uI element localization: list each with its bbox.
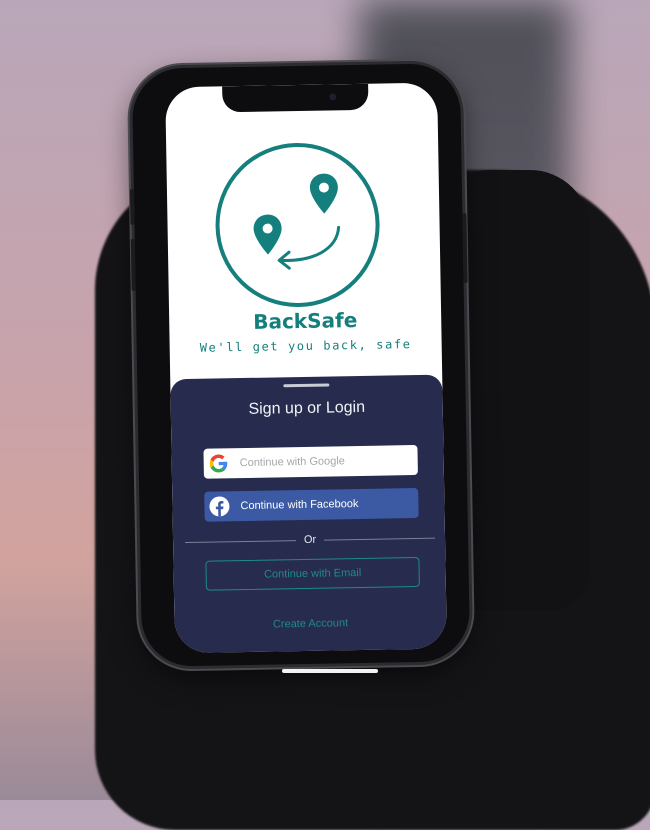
create-account-link[interactable]: Create Account bbox=[174, 616, 446, 633]
continue-with-facebook-button[interactable]: Continue with Facebook bbox=[204, 487, 419, 522]
continue-with-email-button[interactable]: Continue with Email bbox=[205, 556, 420, 591]
phone-screen: BackSafe We'll get you back, safe Sign u… bbox=[165, 82, 447, 654]
home-indicator[interactable] bbox=[282, 669, 378, 673]
facebook-button-label: Continue with Facebook bbox=[240, 498, 359, 513]
camera-icon bbox=[329, 93, 337, 101]
phone-device: BackSafe We'll get you back, safe Sign u… bbox=[129, 63, 471, 667]
sheet-title: Sign up or Login bbox=[248, 398, 366, 418]
backsafe-logo bbox=[215, 143, 380, 308]
return-arrow-icon bbox=[277, 225, 341, 270]
or-divider: Or bbox=[185, 530, 436, 550]
location-pin-icon bbox=[309, 173, 338, 214]
facebook-icon bbox=[204, 496, 234, 517]
sheet-drag-handle[interactable] bbox=[283, 383, 330, 388]
continue-with-google-button[interactable]: Continue with Google bbox=[203, 444, 418, 479]
divider-line bbox=[185, 539, 296, 543]
phone-side-button bbox=[129, 188, 135, 225]
brand-tagline: We'll get you back, safe bbox=[199, 337, 412, 355]
google-button-label: Continue with Google bbox=[239, 455, 345, 470]
location-pin-icon bbox=[253, 214, 282, 255]
phone-side-button bbox=[130, 238, 136, 291]
google-icon bbox=[204, 454, 234, 473]
auth-bottom-sheet: Sign up or Login Continue with Google Co… bbox=[170, 374, 447, 654]
divider-text: Or bbox=[303, 533, 317, 546]
phone-notch bbox=[222, 83, 369, 113]
divider-line bbox=[324, 537, 436, 541]
brand-name: BackSafe bbox=[252, 308, 358, 334]
